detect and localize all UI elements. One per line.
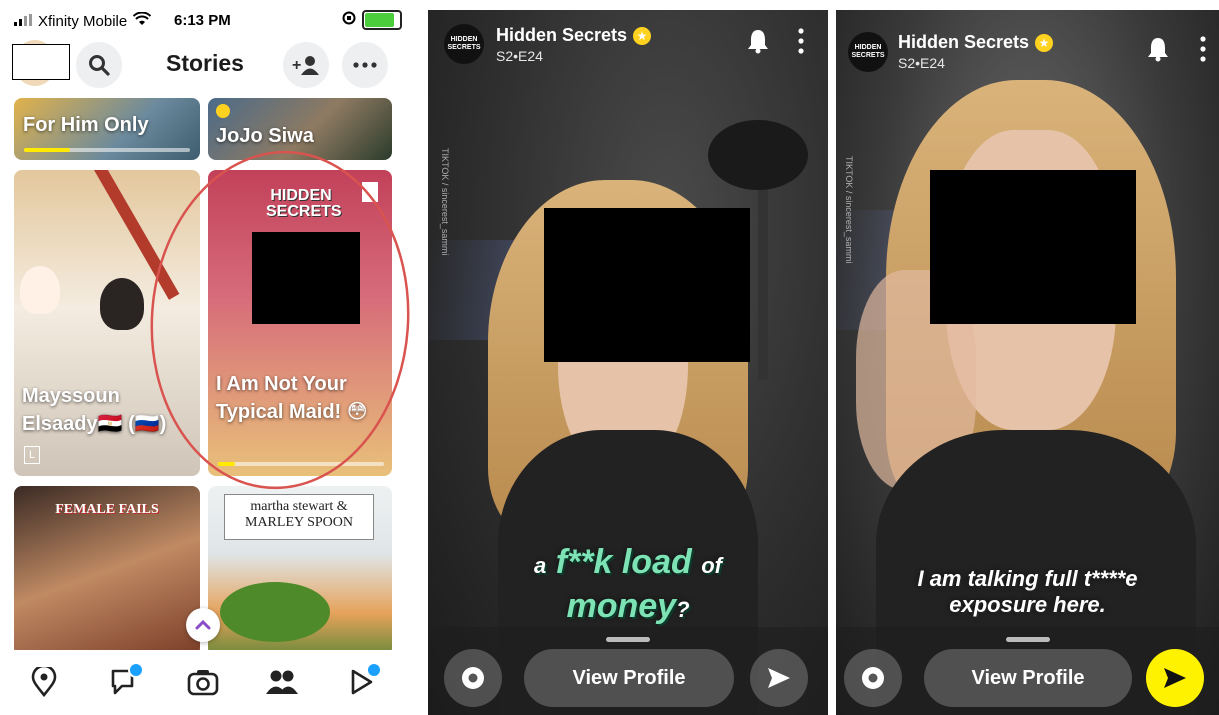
map-pin-icon <box>31 667 57 697</box>
add-friend-icon: + <box>292 56 319 75</box>
asparagus-plate <box>220 582 330 642</box>
white-kitten <box>20 266 60 314</box>
tile-title: For Him Only <box>23 114 149 136</box>
bell-icon <box>748 30 768 54</box>
camera-refresh-icon <box>462 667 484 689</box>
story-tile-martha-stewart[interactable]: martha stewart & MARLEY SPOON <box>208 486 392 656</box>
annotation-circle <box>150 150 410 490</box>
battery-icon <box>362 10 402 30</box>
tiktok-watermark: TIKTOK / sincerest_sammi <box>844 156 854 264</box>
story-viewer-2[interactable]: HIDDEN SECRETS Hidden Secrets ★ S2•E24 TI… <box>836 10 1219 715</box>
live-badge: L <box>24 446 40 464</box>
tiktok-watermark: TIKTOK / sincerest_sammi <box>440 148 450 256</box>
svg-text:+: + <box>292 57 301 74</box>
chat-tab[interactable] <box>106 662 144 700</box>
add-friend-button[interactable]: + <box>283 42 329 88</box>
screenshot-button[interactable] <box>444 649 502 707</box>
channel-logo[interactable]: HIDDEN SECRETS <box>444 24 484 64</box>
verified-star-icon: ★ <box>1035 34 1054 53</box>
caption-line-1: I am talking full t****e <box>917 566 1138 591</box>
caption: I am talking full t****e exposure here. <box>856 566 1199 618</box>
panel-gap <box>412 0 428 715</box>
wifi-icon <box>132 11 152 30</box>
subscribe-bell-button[interactable] <box>1146 36 1170 67</box>
swipe-handle[interactable] <box>606 637 650 642</box>
notification-dot <box>366 662 382 678</box>
channel-logo[interactable]: HIDDEN SECRETS <box>848 32 888 72</box>
search-icon <box>89 55 110 76</box>
send-arrow-icon <box>768 668 790 688</box>
view-profile-button[interactable]: View Profile <box>524 649 734 707</box>
more-options-button[interactable] <box>342 42 388 88</box>
signal-icon <box>14 13 32 30</box>
story-bottom-bar: View Profile <box>428 627 828 715</box>
redaction-box <box>12 44 70 80</box>
camera-tab[interactable] <box>185 664 221 700</box>
verified-star-icon <box>216 104 230 118</box>
notification-dot <box>128 662 144 678</box>
panel-gap <box>828 0 836 715</box>
bottom-nav <box>0 650 410 715</box>
swipe-handle[interactable] <box>1006 637 1050 642</box>
bell-icon <box>1148 38 1168 62</box>
more-options-button[interactable] <box>1200 36 1206 67</box>
camera-refresh-icon <box>862 667 884 689</box>
camera-icon <box>187 670 219 696</box>
chevron-up-icon <box>195 620 211 630</box>
lamp-shade <box>708 120 808 190</box>
more-icon <box>353 62 377 68</box>
more-options-button[interactable] <box>798 28 804 59</box>
more-vertical-icon <box>798 28 804 54</box>
friends-icon <box>266 670 298 694</box>
story-viewer-1[interactable]: HIDDEN SECRETS Hidden Secrets ★ S2•E24 TI… <box>428 10 828 715</box>
view-profile-button[interactable]: View Profile <box>924 649 1132 707</box>
subscribe-bell-button[interactable] <box>746 28 770 59</box>
redacted-face <box>930 170 1136 324</box>
search-button[interactable] <box>76 42 122 88</box>
status-time: 6:13 PM <box>174 12 231 29</box>
status-right <box>342 10 402 30</box>
status-bar: Xfinity Mobile 6:13 PM <box>0 0 410 40</box>
verified-star-icon: ★ <box>633 27 652 46</box>
friends-tab[interactable] <box>264 664 300 700</box>
stories-screen: Xfinity Mobile 6:13 PM Stories + For Him… <box>0 0 410 715</box>
page-title: Stories <box>166 50 244 76</box>
caption-line-2: exposure here. <box>949 592 1106 617</box>
story-bottom-bar: View Profile <box>836 627 1219 715</box>
channel-name[interactable]: Hidden Secrets ★ <box>496 25 652 46</box>
redacted-face <box>544 208 750 362</box>
send-arrow-icon <box>1164 668 1186 688</box>
episode-label: S2•E24 <box>496 48 543 64</box>
carrier-name: Xfinity Mobile <box>38 12 128 30</box>
more-vertical-icon <box>1200 36 1206 62</box>
send-button[interactable] <box>1146 649 1204 707</box>
map-tab[interactable] <box>26 664 62 700</box>
story-tile-female-fails[interactable]: FEMALE FAILS <box>14 486 200 656</box>
discover-tab[interactable] <box>344 662 382 700</box>
caption: a f**k load of money? <box>534 543 722 625</box>
orientation-lock-icon <box>342 11 356 29</box>
send-button[interactable] <box>750 649 808 707</box>
episode-label: S2•E24 <box>898 55 945 71</box>
screenshot-button[interactable] <box>844 649 902 707</box>
channel-name[interactable]: Hidden Secrets ★ <box>898 32 1054 53</box>
status-left: Xfinity Mobile <box>14 11 152 30</box>
scroll-up-button[interactable] <box>186 608 220 642</box>
